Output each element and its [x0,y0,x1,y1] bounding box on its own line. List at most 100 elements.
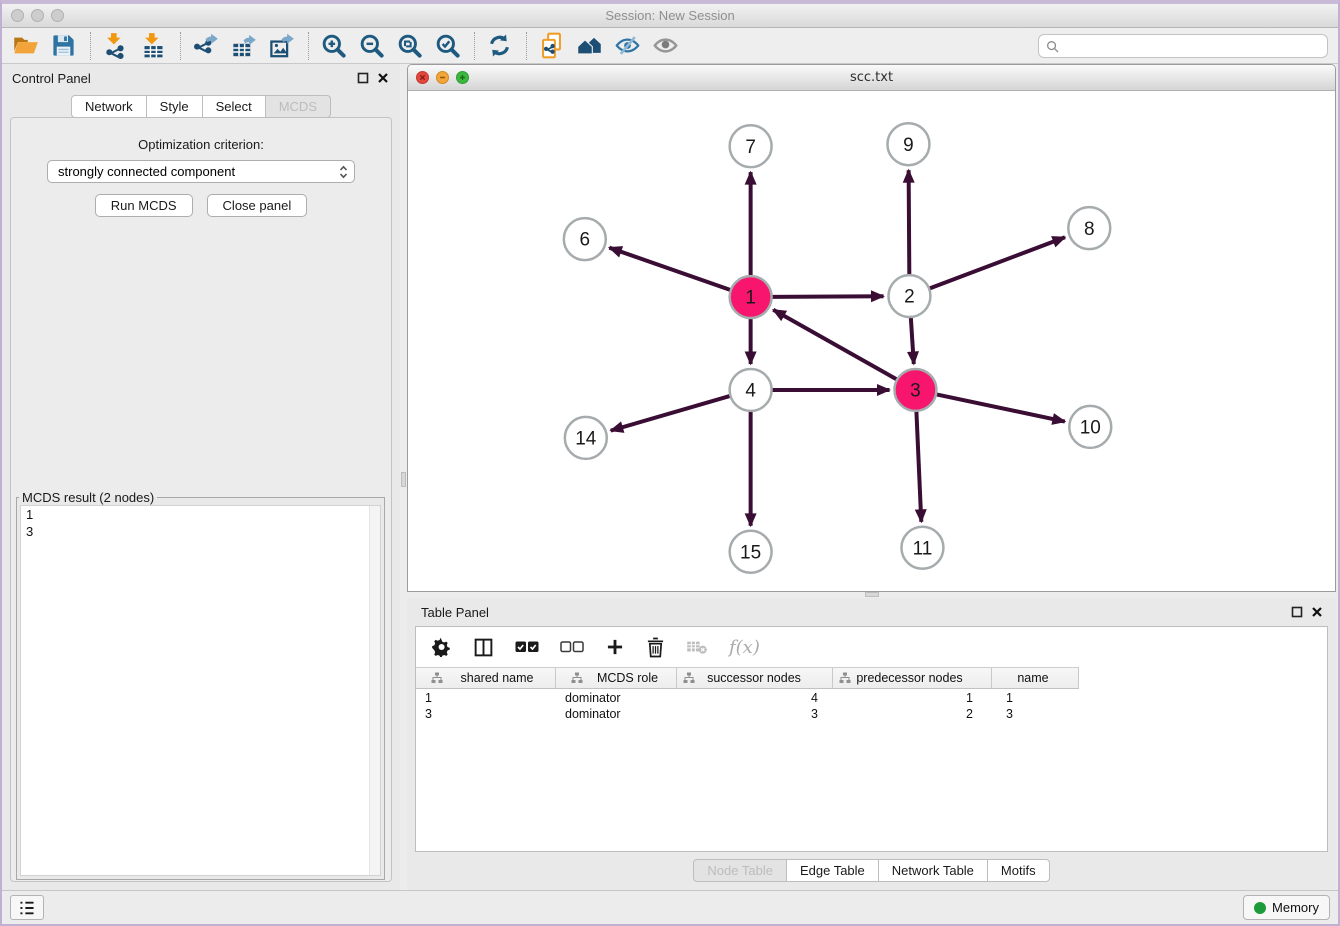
table-panel-float-button[interactable] [1290,605,1304,619]
zoom-selected-button[interactable] [432,30,464,62]
column-header-successor-nodes[interactable]: successor nodes [677,668,833,688]
control-panel-float-button[interactable] [356,71,370,85]
import-table-button[interactable] [138,30,170,62]
tab-motifs[interactable]: Motifs [987,859,1050,882]
attribute-icon [571,672,583,684]
graph-node-label-1: 1 [745,288,756,309]
clear-selection-button[interactable] [558,638,586,656]
show-all-button[interactable] [650,30,682,62]
search-input[interactable] [1064,38,1320,55]
cell-predecessor-nodes: 2 [833,707,992,721]
float-icon [1291,606,1303,618]
network-graph[interactable]: 7968124314101511 [408,91,1335,591]
graph-node-label-7: 7 [745,137,756,158]
trash-icon [646,637,665,658]
table-settings-button[interactable] [430,635,454,659]
delete-rows-button[interactable] [644,635,667,660]
export-image-button[interactable] [266,30,298,62]
memory-status-dot [1254,902,1266,914]
graph-edge-2-3[interactable] [911,317,914,364]
zoom-fit-button[interactable] [394,30,426,62]
zoom-out-button[interactable] [356,30,388,62]
column-header-shared-name[interactable]: shared name [416,668,556,688]
select-all-button[interactable] [513,638,541,656]
right-area: scc.txt 7968124314101511 Table Panel [407,64,1336,890]
new-network-from-selection-button[interactable] [536,30,568,62]
network-frame-title: scc.txt [408,70,1335,85]
cell-mcds-role: dominator [556,691,677,705]
graph-edge-3-10[interactable] [936,394,1065,421]
graph-edge-3-1[interactable] [773,310,897,380]
run-mcds-button[interactable]: Run MCDS [95,194,193,217]
apply-function-button[interactable]: f(x) [727,635,762,660]
graph-edge-4-14[interactable] [611,396,731,431]
close-panel-button[interactable]: Close panel [207,194,308,217]
mcds-result-text[interactable]: 1 3 [20,505,381,876]
attribute-icon [683,672,695,684]
column-header-mcds-role[interactable]: MCDS role [556,668,677,688]
optimization-criterion-select[interactable]: strongly connected component [47,160,355,183]
table-row[interactable]: 3 dominator 3 2 3 [416,706,1327,722]
tab-node-table[interactable]: Node Table [693,859,787,882]
task-history-button[interactable] [10,895,44,920]
attribute-icon [839,672,851,684]
mcds-panel: Optimization criterion: strongly connect… [10,117,392,882]
clone-network-icon [538,32,565,59]
export-network-icon [192,32,219,59]
open-session-button[interactable] [10,30,42,62]
graph-edge-3-11[interactable] [916,411,921,522]
tab-select[interactable]: Select [202,95,266,118]
network-canvas[interactable]: 7968124314101511 [408,91,1335,591]
toolbar-separator [90,32,91,60]
graph-edge-1-2[interactable] [772,296,884,297]
tab-edge-table[interactable]: Edge Table [786,859,879,882]
cell-name: 1 [992,691,1079,705]
open-folder-icon [12,32,39,59]
splitter-grip[interactable] [401,472,406,487]
table-tabs: Node Table Edge Table Network Table Moti… [407,859,1336,882]
mcds-result-box: MCDS result (2 nodes) 1 3 [16,490,385,880]
optimization-criterion-label: Optimization criterion: [11,137,391,152]
column-header-name[interactable]: name [992,668,1079,688]
refresh-button[interactable] [484,30,516,62]
zoom-in-button[interactable] [318,30,350,62]
result-scrollbar[interactable] [369,506,380,875]
search-box [1038,34,1328,58]
tab-network[interactable]: Network [71,95,147,118]
first-neighbors-button[interactable] [574,30,606,62]
export-network-button[interactable] [190,30,222,62]
column-header-predecessor-nodes[interactable]: predecessor nodes [833,668,992,688]
import-table-icon [140,32,167,59]
zoom-out-icon [358,32,385,59]
graph-node-label-10: 10 [1080,418,1101,439]
splitter-grip[interactable] [865,592,879,597]
import-network-icon [102,32,129,59]
control-panel: Control Panel Network Style Select MCDS … [2,64,400,890]
titlebar: Session: New Session [2,4,1338,28]
tab-network-table[interactable]: Network Table [878,859,988,882]
main-toolbar [2,28,1338,64]
memory-button[interactable]: Memory [1243,895,1330,920]
column-layout-button[interactable] [471,635,496,660]
graph-node-label-15: 15 [740,542,761,563]
table-panel-title: Table Panel [421,605,489,620]
graph-edge-2-9[interactable] [909,170,910,275]
graph-edge-1-6[interactable] [609,248,730,290]
graph-edge-2-8[interactable] [929,237,1065,288]
delete-table-button[interactable] [684,637,710,657]
export-table-button[interactable] [228,30,260,62]
save-session-button[interactable] [48,30,80,62]
import-network-button[interactable] [100,30,132,62]
table-panel-close-button[interactable] [1310,605,1324,619]
tab-style[interactable]: Style [146,95,203,118]
node-table: f(x) shared name MCDS role [415,626,1328,852]
mcds-result-line: 3 [21,523,380,540]
zoom-in-icon [320,32,347,59]
cell-shared-name: 3 [416,707,556,721]
table-row[interactable]: 1 dominator 4 1 1 [416,690,1327,706]
control-panel-close-button[interactable] [376,71,390,85]
vertical-splitter[interactable] [400,64,407,890]
hide-selected-button[interactable] [612,30,644,62]
add-row-button[interactable] [603,635,627,659]
tab-mcds[interactable]: MCDS [265,95,331,118]
